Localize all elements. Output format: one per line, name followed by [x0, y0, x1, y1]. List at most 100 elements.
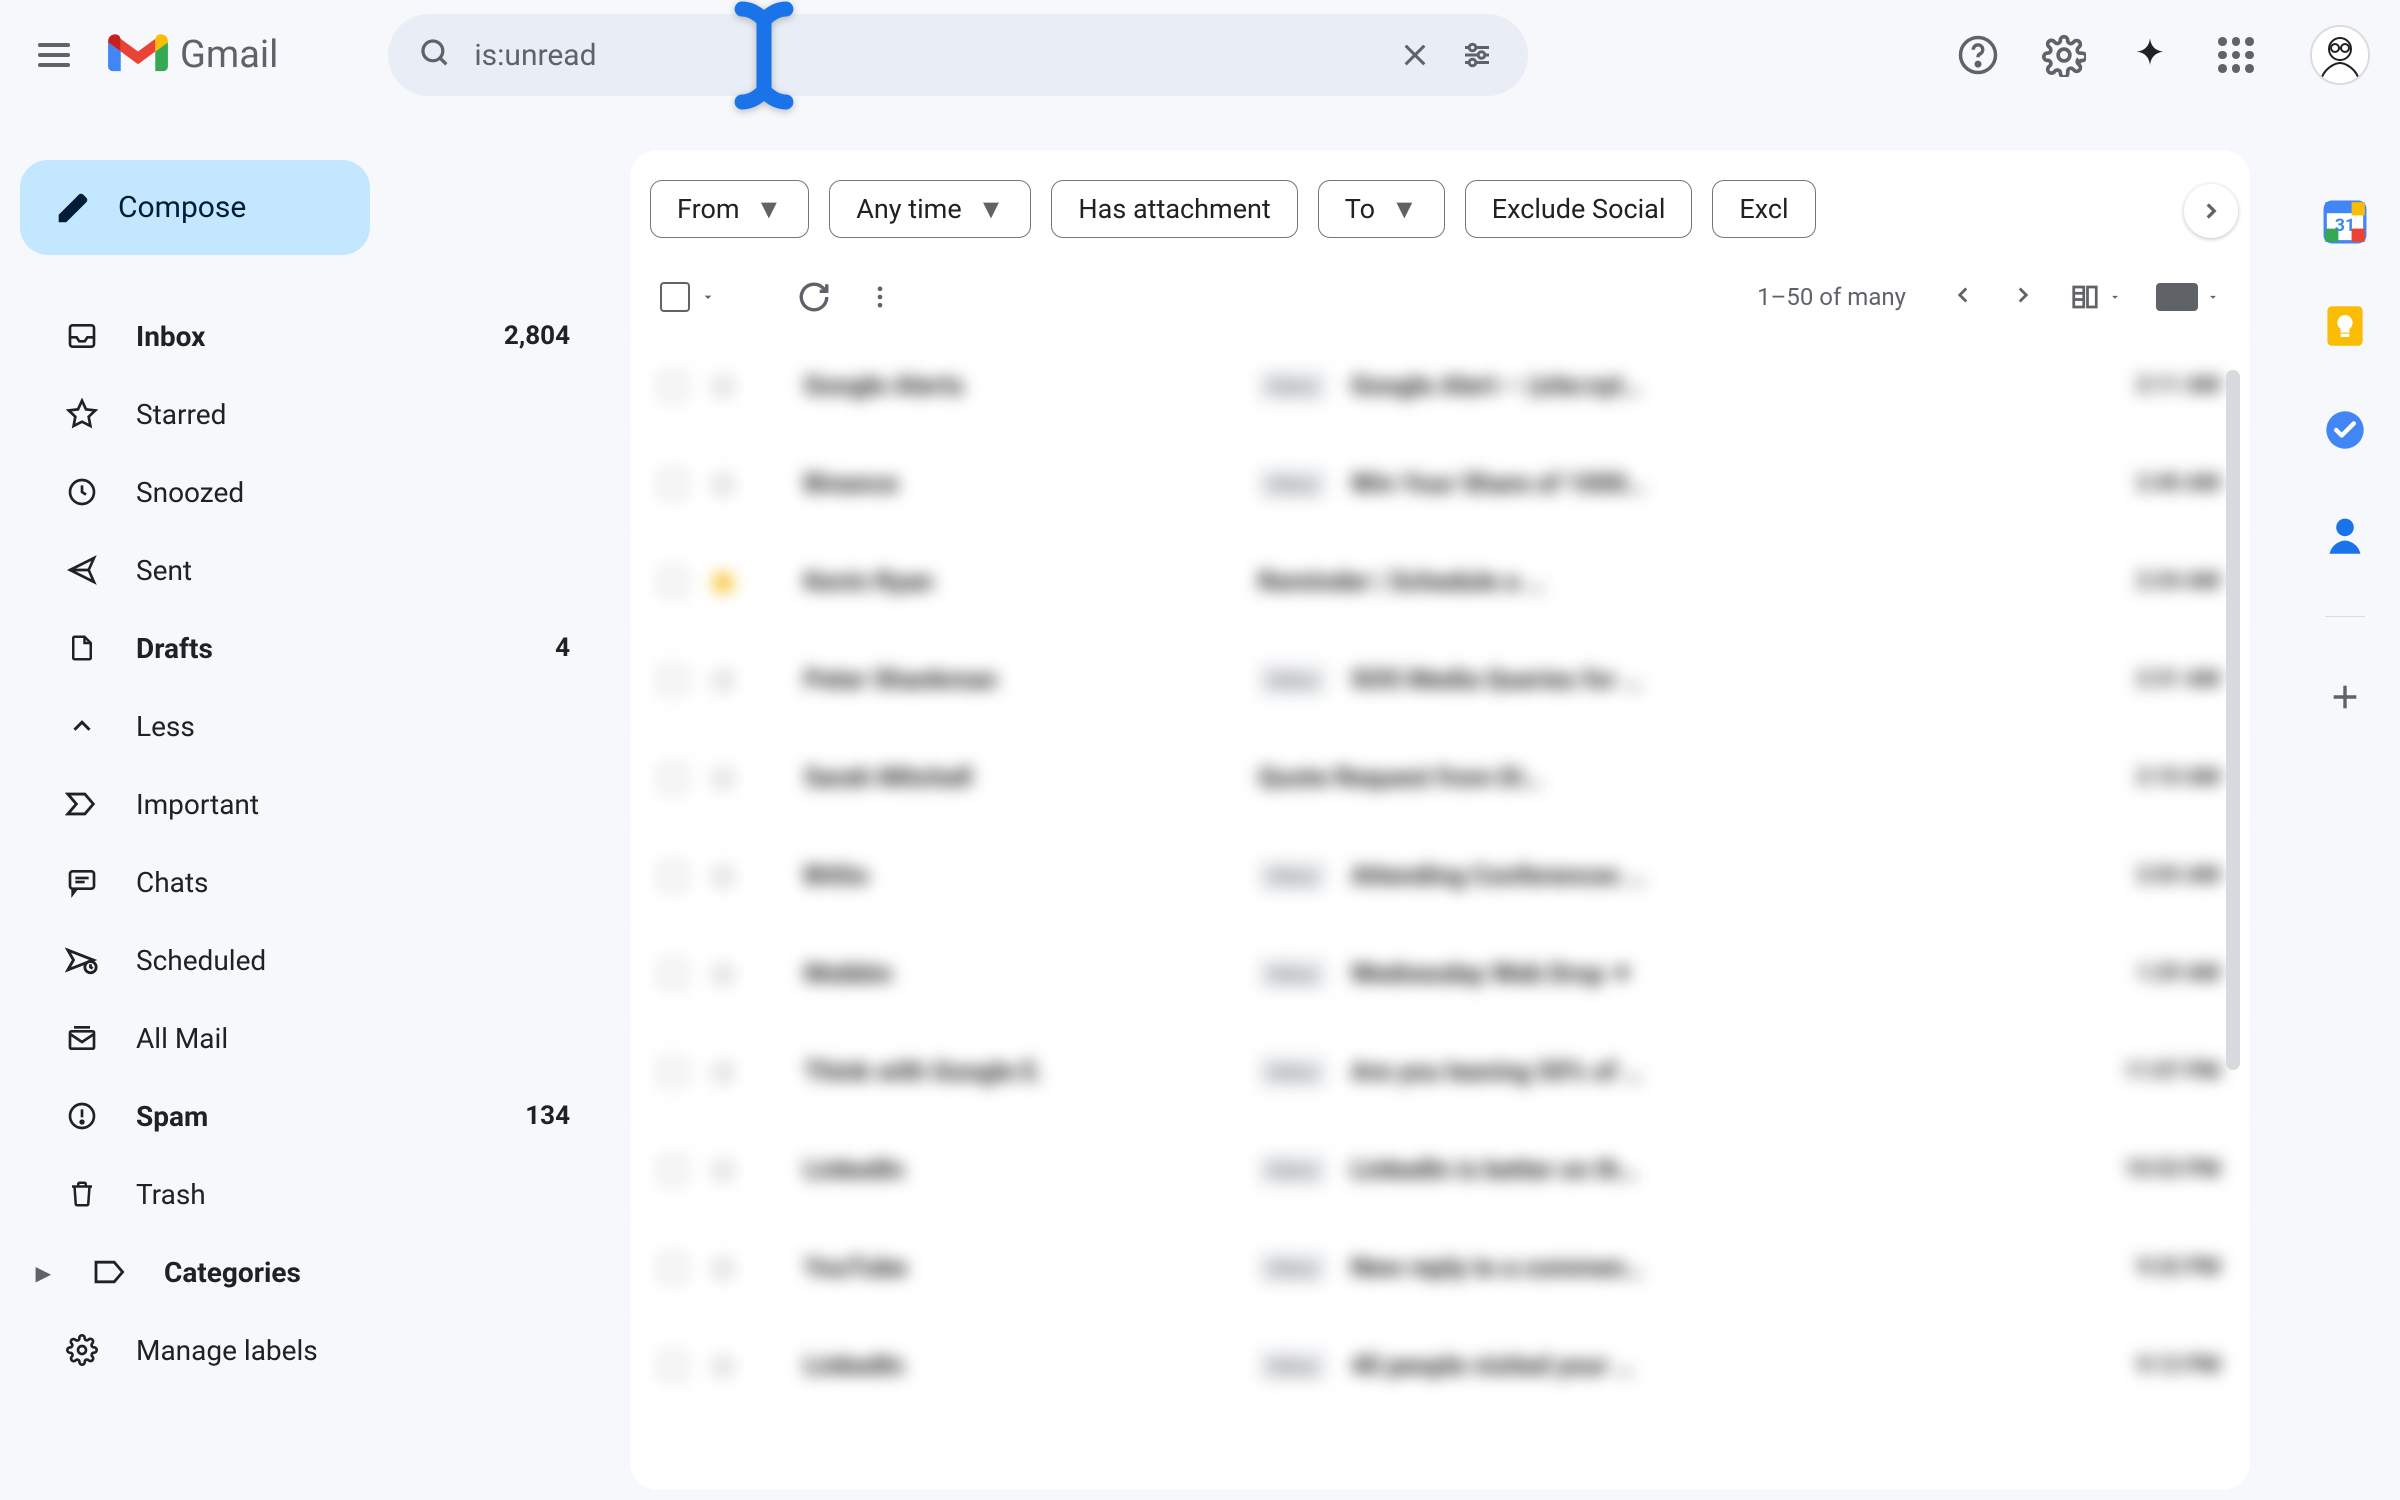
mail-label-tag: Inbox — [1258, 1252, 1327, 1284]
keep-app-icon[interactable] — [2323, 304, 2367, 348]
importance-marker[interactable] — [760, 964, 780, 984]
star-icon[interactable] — [710, 1353, 736, 1379]
settings-button[interactable] — [2042, 33, 2086, 77]
importance-marker[interactable] — [760, 1356, 780, 1376]
prev-page-button[interactable] — [1950, 282, 1976, 312]
mail-row[interactable]: LinkedInInbox40 people visited your …9:1… — [630, 1316, 2250, 1414]
mail-row[interactable]: Kevin RyanReminder | Schedule a …2:34 AM — [630, 532, 2250, 630]
main-menu-button[interactable] — [30, 31, 78, 79]
clear-search-button[interactable] — [1394, 34, 1436, 76]
nav-item-chats[interactable]: Chats — [20, 843, 610, 921]
star-icon[interactable] — [710, 471, 736, 497]
mail-subject: LinkedIn is better on th… — [1351, 1155, 2066, 1185]
mail-label-tag: Inbox — [1258, 958, 1327, 990]
gmail-logo-icon — [108, 32, 168, 78]
search-bar[interactable] — [388, 14, 1528, 96]
mail-checkbox[interactable] — [660, 765, 686, 791]
nav-item-scheduled[interactable]: Scheduled — [20, 921, 610, 999]
mail-row[interactable]: BinanceInboxWin Your Share of 1000…2:40 … — [630, 434, 2250, 532]
importance-marker[interactable] — [760, 572, 780, 592]
inbox-icon — [64, 318, 100, 354]
select-all-checkbox[interactable] — [660, 282, 690, 312]
search-input[interactable] — [474, 38, 1374, 73]
calendar-app-icon[interactable]: 31 — [2323, 200, 2367, 244]
nav-item-sent[interactable]: Sent — [20, 531, 610, 609]
mail-row[interactable]: MobbinInboxWednesday Web Drop ✦1:29 AM — [630, 924, 2250, 1022]
nav-item-categories[interactable]: ▸Categories — [20, 1233, 610, 1311]
nav-item-trash[interactable]: Trash — [20, 1155, 610, 1233]
filter-to[interactable]: To▼ — [1318, 180, 1445, 238]
mail-checkbox[interactable] — [660, 961, 686, 987]
pencil-icon — [56, 191, 90, 225]
get-addons-button[interactable] — [2325, 677, 2365, 717]
filter-exclude-promotions[interactable]: Excl — [1712, 180, 1815, 238]
scrollbar[interactable] — [2226, 370, 2240, 1070]
star-icon[interactable] — [710, 667, 736, 693]
mail-checkbox[interactable] — [660, 1157, 686, 1183]
mail-row[interactable]: Think with Google E.InboxAre you leaving… — [630, 1022, 2250, 1120]
mail-row[interactable]: LinkedInInboxLinkedIn is better on th…10… — [630, 1120, 2250, 1218]
google-apps-button[interactable] — [2214, 33, 2258, 77]
refresh-button[interactable] — [796, 279, 832, 315]
split-pane-toggle[interactable] — [2070, 282, 2122, 312]
mail-checkbox[interactable] — [660, 1353, 686, 1379]
mail-checkbox[interactable] — [660, 569, 686, 595]
importance-marker[interactable] — [760, 1062, 780, 1082]
mail-checkbox[interactable] — [660, 667, 686, 693]
tasks-app-icon[interactable] — [2323, 408, 2367, 452]
star-icon[interactable] — [710, 863, 736, 889]
mail-checkbox[interactable] — [660, 863, 686, 889]
filter-from[interactable]: From▼ — [650, 180, 809, 238]
star-icon[interactable] — [710, 569, 736, 595]
gemini-button[interactable] — [2128, 33, 2172, 77]
mail-row[interactable]: Peter ShankmanInboxSOS Media Queries for… — [630, 630, 2250, 728]
importance-marker[interactable] — [760, 670, 780, 690]
mail-checkbox[interactable] — [660, 471, 686, 497]
star-icon[interactable] — [710, 1255, 736, 1281]
mail-row[interactable]: YouTubeInboxNew reply to a commen…9:32 P… — [630, 1218, 2250, 1316]
nav-item-allmail[interactable]: All Mail — [20, 999, 610, 1077]
star-icon[interactable] — [710, 1059, 736, 1085]
contacts-app-icon[interactable] — [2323, 512, 2367, 556]
importance-marker[interactable] — [760, 376, 780, 396]
nav-label: Important — [136, 788, 570, 821]
nav-label: Drafts — [136, 632, 519, 665]
mail-checkbox[interactable] — [660, 373, 686, 399]
filter-scroll-right-button[interactable] — [2184, 184, 2238, 238]
next-page-button[interactable] — [2010, 282, 2036, 312]
compose-button[interactable]: Compose — [20, 160, 370, 255]
importance-marker[interactable] — [760, 866, 780, 886]
select-all[interactable] — [660, 282, 716, 312]
mail-checkbox[interactable] — [660, 1059, 686, 1085]
nav-item-less[interactable]: Less — [20, 687, 610, 765]
mail-row[interactable]: Google AlertsInboxGoogle Alert – (site:n… — [630, 336, 2250, 434]
nav-item-snoozed[interactable]: Snoozed — [20, 453, 610, 531]
nav-item-inbox[interactable]: Inbox2,804 — [20, 297, 610, 375]
nav-item-important[interactable]: Important — [20, 765, 610, 843]
star-icon[interactable] — [710, 961, 736, 987]
more-button[interactable] — [862, 279, 898, 315]
filter-anytime[interactable]: Any time▼ — [829, 180, 1031, 238]
filter-exclude-social[interactable]: Exclude Social — [1465, 180, 1693, 238]
nav-item-drafts[interactable]: Drafts4 — [20, 609, 610, 687]
mail-time: 2:34 AM — [2090, 569, 2220, 594]
importance-marker[interactable] — [760, 1258, 780, 1278]
input-tools-button[interactable] — [2156, 283, 2220, 311]
search-options-button[interactable] — [1456, 34, 1498, 76]
nav-item-manage[interactable]: Manage labels — [20, 1311, 610, 1389]
importance-marker[interactable] — [760, 768, 780, 788]
mail-checkbox[interactable] — [660, 1255, 686, 1281]
importance-marker[interactable] — [760, 474, 780, 494]
star-icon[interactable] — [710, 1157, 736, 1183]
mail-row[interactable]: BitGoInboxAttending Conferences …2:03 AM — [630, 826, 2250, 924]
star-icon[interactable] — [710, 373, 736, 399]
filter-attachment[interactable]: Has attachment — [1051, 180, 1297, 238]
account-avatar[interactable] — [2310, 25, 2370, 85]
importance-marker[interactable] — [760, 1160, 780, 1180]
star-icon[interactable] — [710, 765, 736, 791]
nav-item-starred[interactable]: Starred — [20, 375, 610, 453]
gmail-logo[interactable]: Gmail — [108, 32, 278, 78]
nav-item-spam[interactable]: Spam134 — [20, 1077, 610, 1155]
mail-row[interactable]: Sarah MitchellQuote Request from Di…2:10… — [630, 728, 2250, 826]
help-button[interactable] — [1956, 33, 2000, 77]
